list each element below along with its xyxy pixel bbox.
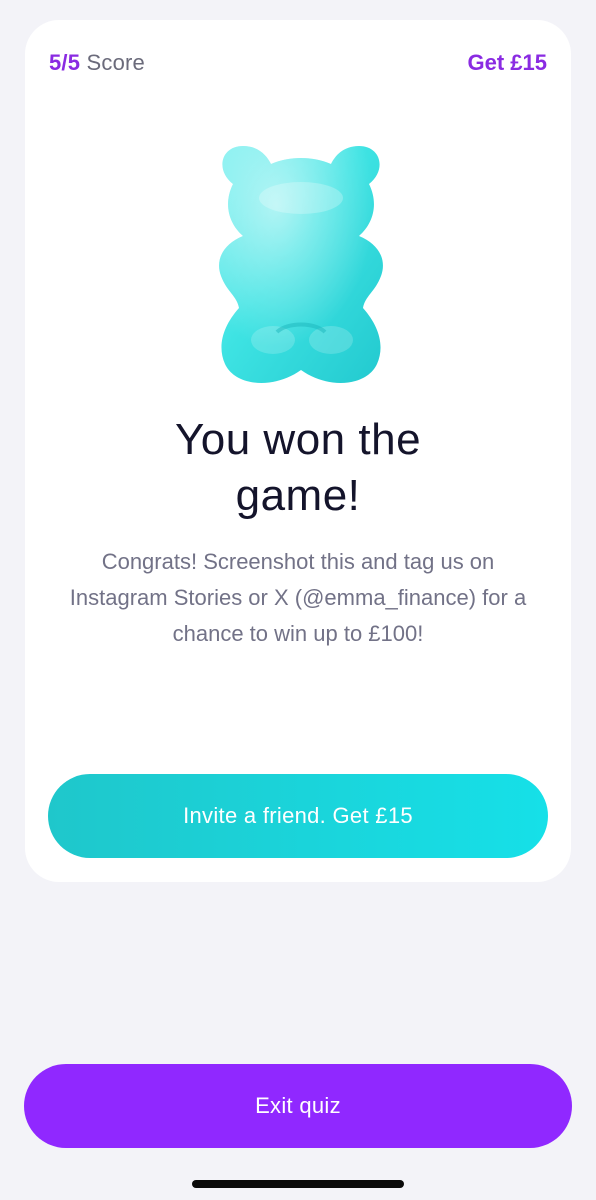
result-card: 5/5 Score Get £15 You won the game! Cong… (25, 20, 571, 882)
invite-friend-button[interactable]: Invite a friend. Get £15 (48, 774, 548, 858)
gummy-bear-icon (213, 132, 389, 400)
result-title: You won the game! (25, 412, 571, 524)
result-title-line-1: You won the (174, 415, 422, 464)
get-reward-link[interactable]: Get £15 (468, 50, 548, 76)
home-indicator (192, 1180, 404, 1188)
result-title-line-2: game! (235, 471, 361, 520)
score-display: 5/5 Score (49, 50, 145, 76)
score-label: Score (86, 50, 145, 75)
score-value: 5/5 (49, 50, 81, 75)
exit-quiz-button[interactable]: Exit quiz (24, 1064, 572, 1148)
result-message: Congrats! Screenshot this and tag us on … (69, 549, 527, 646)
